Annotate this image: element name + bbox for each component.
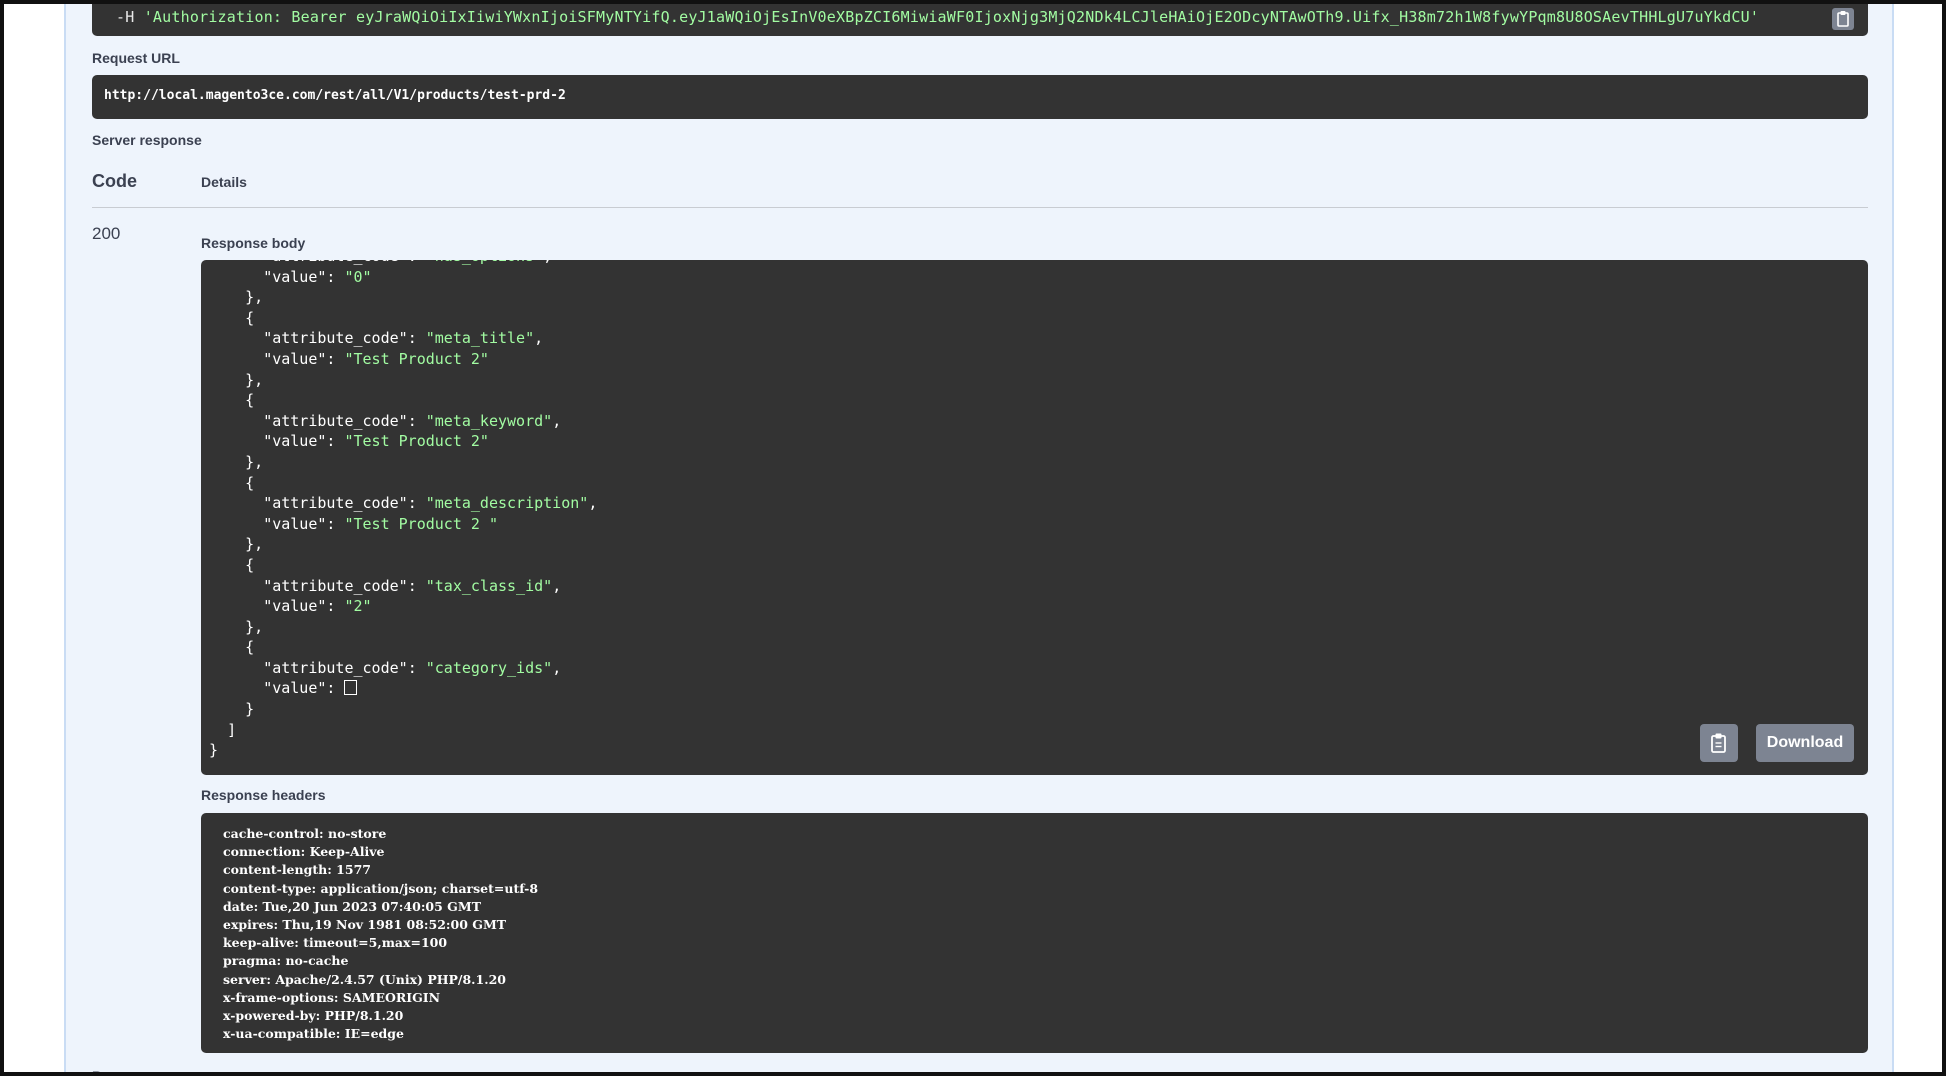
json-key: "value" <box>263 679 327 698</box>
json-line: { <box>245 473 255 492</box>
json-line: { <box>245 308 255 327</box>
json-line: "attribute_code": "category_ids", <box>263 658 562 677</box>
responses-section-label: Responses <box>92 1068 167 1076</box>
json-string-value: "2" <box>344 597 372 616</box>
json-string-value: "Test Product 2" <box>344 349 489 368</box>
json-key: "value" <box>263 267 327 286</box>
screenshot-frame: -H 'Authorization: Bearer eyJraWQiOiIxIi… <box>0 0 1946 1076</box>
response-header-line: server: Apache/2.4.57 (Unix) PHP/8.1.20 <box>223 971 506 987</box>
json-string-value: "meta_description" <box>425 494 589 513</box>
json-string-value: "has_options" <box>426 260 543 265</box>
json-line: }, <box>245 617 264 636</box>
response-header-line: cache-control: no-store <box>223 826 387 841</box>
json-key: "attribute_code" <box>263 329 408 348</box>
json-key: "value" <box>263 349 327 368</box>
request-url-value: http://local.magento3ce.com/rest/all/V1/… <box>104 88 566 103</box>
json-line: }, <box>245 288 264 307</box>
curl-auth-header: 'Authorization: Bearer eyJraWQiOiIxIiwiY… <box>143 8 1760 26</box>
json-key: "attribute_code" <box>263 576 408 595</box>
json-key: "attribute_code" <box>263 494 408 513</box>
copy-response-button[interactable] <box>1700 724 1738 762</box>
response-body-label: Response body <box>201 235 306 251</box>
json-string-value: "tax_class_id" <box>425 576 553 595</box>
json-line: "attribute_code": "tax_class_id", <box>263 576 562 595</box>
json-line: "value": "0" <box>263 267 372 286</box>
response-header-line: x-powered-by: PHP/8.1.20 <box>223 1008 404 1024</box>
json-key: "value" <box>263 432 327 451</box>
json-key: "attribute_code" <box>263 658 408 677</box>
json-line: }, <box>245 535 264 554</box>
details-column-header: Details <box>201 174 247 190</box>
server-response-label: Server response <box>92 132 202 148</box>
json-string-value: "meta_keyword" <box>425 411 553 430</box>
json-string-value: "meta_title" <box>425 329 535 348</box>
json-line: "attribute_code": "meta_title", <box>263 329 544 348</box>
try-it-out-panel: -H 'Authorization: Bearer eyJraWQiOiIxIi… <box>64 4 1894 1076</box>
json-line: } <box>245 700 255 719</box>
curl-prefix: -H <box>116 8 144 26</box>
response-header-line: keep-alive: timeout=5,max=100 <box>223 935 448 951</box>
response-headers-text: cache-control: no-store connection: Keep… <box>223 825 538 1043</box>
copy-curl-button[interactable] <box>1832 8 1854 30</box>
json-line: } <box>209 741 219 760</box>
json-key: "attribute_code" <box>263 411 408 430</box>
json-key: "attribute_code" <box>263 260 408 265</box>
json-line: "value": "Test Product 2" <box>263 349 489 368</box>
response-header-line: expires: Thu,19 Nov 1981 08:52:00 GMT <box>223 917 507 933</box>
request-url-box: http://local.magento3ce.com/rest/all/V1/… <box>92 75 1868 119</box>
json-line: { <box>245 638 255 657</box>
json-string-value: "Test Product 2" <box>344 432 489 451</box>
json-line: }, <box>245 452 264 471</box>
response-body-box[interactable]: "attribute_code": "has_options", "value"… <box>201 260 1868 775</box>
json-key: "value" <box>263 597 327 616</box>
json-line: "attribute_code": "meta_keyword", <box>263 411 562 430</box>
response-body-json: "attribute_code": "has_options", "value"… <box>201 260 597 761</box>
json-line: "value": "Test Product 2" <box>263 432 489 451</box>
json-key: "value" <box>263 514 327 533</box>
response-header-line: content-length: 1577 <box>223 862 371 878</box>
code-column-header: Code <box>92 171 137 191</box>
json-line: "value": "Test Product 2 " <box>263 514 498 533</box>
response-header-line: pragma: no-cache <box>223 953 349 969</box>
json-string-value: "Test Product 2 " <box>344 514 498 533</box>
json-string-value: "0" <box>344 267 372 286</box>
download-button[interactable]: Download <box>1756 724 1854 762</box>
curl-command-box: -H 'Authorization: Bearer eyJraWQiOiIxIi… <box>92 4 1868 36</box>
json-line: }, <box>245 370 264 389</box>
json-line: { <box>245 391 255 410</box>
response-header-line: content-type: application/json; charset=… <box>223 880 539 896</box>
curl-header-line: -H 'Authorization: Bearer eyJraWQiOiIxIi… <box>116 8 1759 26</box>
response-table-divider <box>92 207 1868 208</box>
json-line: "value": <box>209 679 358 698</box>
json-line: ] <box>227 720 237 739</box>
response-header-line: date: Tue,20 Jun 2023 07:40:05 GMT <box>223 898 481 914</box>
json-string-value: "category_ids" <box>425 658 553 677</box>
json-line: "attribute_code": "has_options", <box>209 260 552 265</box>
request-url-label: Request URL <box>92 50 180 66</box>
json-line: "value": "2" <box>263 597 372 616</box>
response-headers-box: cache-control: no-store connection: Keep… <box>201 813 1868 1053</box>
response-status-code: 200 <box>92 224 121 243</box>
json-line: "attribute_code": "meta_description", <box>263 494 598 513</box>
response-header-line: x-ua-compatible: IE=edge <box>223 1026 404 1042</box>
empty-array-glyph <box>344 680 358 696</box>
clipboard-copy-icon <box>1837 11 1849 27</box>
response-header-line: x-frame-options: SAMEORIGIN <box>223 989 441 1005</box>
response-header-line: connection: Keep-Alive <box>223 844 385 860</box>
response-headers-label: Response headers <box>201 787 326 803</box>
clipboard-copy-icon <box>1711 733 1726 753</box>
json-line: { <box>245 555 255 574</box>
